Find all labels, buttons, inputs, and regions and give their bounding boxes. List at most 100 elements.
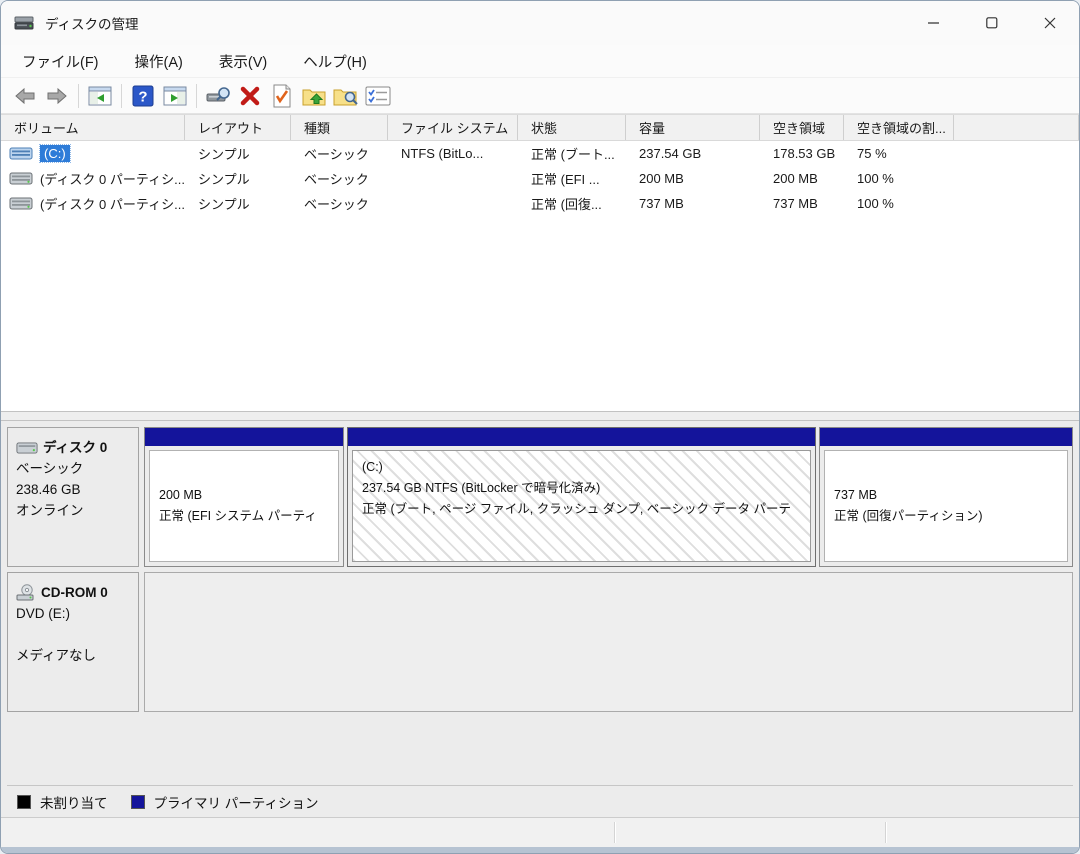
options-button[interactable]	[362, 81, 394, 111]
menu-help[interactable]: ヘルプ(H)	[292, 47, 378, 76]
cell-layout: シンプル	[198, 197, 250, 212]
volume-list: ボリューム レイアウト 種類 ファイル システム 状態 容量 空き領域 空き領域…	[1, 114, 1079, 411]
table-row-volume-c[interactable]: (C:) シンプル ベーシック NTFS (BitLo... 正常 (ブート..…	[1, 141, 1079, 166]
show-console-tree-icon	[88, 86, 112, 105]
title-bar: ディスクの管理	[1, 1, 1079, 45]
column-header-type[interactable]: 種類	[291, 115, 388, 140]
disk-management-window: ディスクの管理 ファイル(F) 操作(A) 表示(V) ヘルプ(H) ? ボリュ…	[0, 0, 1080, 854]
column-header-filesystem[interactable]: ファイル システム	[388, 115, 518, 140]
menu-action[interactable]: 操作(A)	[124, 47, 194, 76]
cell-free-percent: 100 %	[857, 196, 894, 211]
toolbar: ?	[1, 78, 1079, 114]
menu-file[interactable]: ファイル(F)	[11, 47, 110, 76]
partition-block-recovery[interactable]: 737 MB 正常 (回復パーティション)	[819, 427, 1073, 567]
table-row-partition-recovery[interactable]: (ディスク 0 パーティシ... シンプル ベーシック 正常 (回復... 73…	[1, 191, 1079, 216]
column-header-layout[interactable]: レイアウト	[185, 115, 291, 140]
rescan-disks-button[interactable]	[202, 81, 234, 111]
partition-size: 237.54 GB NTFS (BitLocker で暗号化済み)	[362, 481, 601, 495]
partition-size: 737 MB	[834, 488, 878, 502]
cell-status: 正常 (回復...	[531, 197, 602, 212]
disk-status: オンライン	[16, 503, 84, 518]
legend-label: 未割り当て	[40, 795, 108, 811]
column-header-free-space[interactable]: 空き領域	[760, 115, 844, 140]
legend-label: プライマリ パーティション	[153, 795, 319, 811]
cell-free-space: 200 MB	[773, 171, 818, 186]
graphical-view: ディスク 0 ベーシック 238.46 GB オンライン 200 MB 正常 (…	[1, 421, 1079, 817]
properties-icon	[273, 84, 291, 107]
show-action-pane-button[interactable]	[159, 81, 191, 111]
column-header-status[interactable]: 状態	[518, 115, 626, 140]
column-header-volume[interactable]: ボリューム	[1, 115, 185, 140]
toolbar-separator	[196, 83, 197, 108]
maximize-button[interactable]	[963, 1, 1021, 45]
menu-bar: ファイル(F) 操作(A) 表示(V) ヘルプ(H)	[1, 45, 1079, 78]
menu-view[interactable]: 表示(V)	[208, 47, 278, 76]
rescan-disks-icon	[206, 86, 230, 101]
cell-filesystem	[388, 166, 518, 191]
disk-size: 238.46 GB	[16, 482, 81, 497]
partition-legend: 未割り当て プライマリ パーティション	[7, 785, 1073, 817]
cdrom-name: CD-ROM 0	[41, 585, 108, 600]
forward-icon	[47, 87, 67, 104]
primary-partition-color-bar	[348, 428, 815, 446]
window-title: ディスクの管理	[45, 17, 139, 32]
close-button[interactable]	[1021, 1, 1079, 45]
properties-button[interactable]	[266, 81, 298, 111]
cd-rom-icon	[16, 583, 34, 600]
column-header-capacity[interactable]: 容量	[626, 115, 760, 140]
cdrom0-empty-region	[144, 572, 1073, 712]
minimize-button[interactable]	[905, 1, 963, 45]
volume-icon	[9, 147, 33, 160]
pane-splitter[interactable]	[1, 411, 1079, 421]
maximize-icon	[986, 17, 998, 29]
cdrom-drive-letter: DVD (E:)	[16, 606, 70, 621]
disk-drive-icon	[14, 16, 34, 30]
disk0-row: ディスク 0 ベーシック 238.46 GB オンライン 200 MB 正常 (…	[7, 427, 1073, 567]
partition-label: (C:)	[362, 460, 383, 474]
volume-name: (C:)	[39, 144, 71, 163]
disk-drive-icon	[16, 442, 38, 453]
volume-icon	[9, 172, 33, 185]
cell-free-percent: 100 %	[857, 171, 894, 186]
primary-partition-color-bar	[820, 428, 1072, 446]
disk0-info-panel[interactable]: ディスク 0 ベーシック 238.46 GB オンライン	[7, 427, 139, 567]
primary-partition-color-swatch	[130, 794, 145, 809]
partition-block-c[interactable]: (C:) 237.54 GB NTFS (BitLocker で暗号化済み) 正…	[347, 427, 816, 567]
show-console-tree-button[interactable]	[84, 81, 116, 111]
cell-capacity: 237.54 GB	[639, 146, 702, 161]
svg-text:?: ?	[138, 88, 147, 105]
partition-block-efi[interactable]: 200 MB 正常 (EFI システム パーティ	[144, 427, 344, 567]
column-header-filler	[954, 115, 1079, 140]
explore-button[interactable]	[330, 81, 362, 111]
legend-item-primary-partition: プライマリ パーティション	[130, 792, 319, 812]
forward-button[interactable]	[41, 81, 73, 111]
cell-filesystem: NTFS (BitLo...	[401, 146, 484, 161]
unallocated-color-swatch	[17, 794, 31, 809]
status-bar-divider	[885, 822, 886, 843]
cdrom0-row: CD-ROM 0 DVD (E:) メディアなし	[7, 572, 1073, 712]
cdrom0-info-panel[interactable]: CD-ROM 0 DVD (E:) メディアなし	[7, 572, 139, 712]
folder-up-icon	[302, 89, 326, 105]
delete-button[interactable]	[234, 81, 266, 111]
folder-up-button[interactable]	[298, 81, 330, 111]
cdrom-media-status: メディアなし	[16, 648, 97, 663]
volume-list-header: ボリューム レイアウト 種類 ファイル システム 状態 容量 空き領域 空き領域…	[1, 115, 1079, 141]
close-icon	[1044, 17, 1056, 29]
partition-size: 200 MB	[159, 488, 203, 502]
cell-type: ベーシック	[304, 172, 369, 187]
cell-free-space: 737 MB	[773, 196, 818, 211]
toolbar-separator	[121, 83, 122, 108]
volume-name: (ディスク 0 パーティシ...	[40, 172, 185, 187]
status-bar	[1, 817, 1079, 847]
help-icon: ?	[132, 85, 154, 106]
cell-type: ベーシック	[304, 147, 369, 162]
table-row-partition-efi[interactable]: (ディスク 0 パーティシ... シンプル ベーシック 正常 (EFI ... …	[1, 166, 1079, 191]
column-header-free-percent[interactable]: 空き領域の割...	[844, 115, 954, 140]
cell-free-space: 178.53 GB	[773, 146, 836, 161]
disk-type: ベーシック	[16, 461, 84, 476]
explore-icon	[333, 89, 358, 105]
back-button[interactable]	[9, 81, 41, 111]
legend-item-unallocated: 未割り当て	[17, 792, 108, 812]
partition-status: 正常 (回復パーティション)	[834, 509, 983, 523]
help-button[interactable]: ?	[127, 81, 159, 111]
